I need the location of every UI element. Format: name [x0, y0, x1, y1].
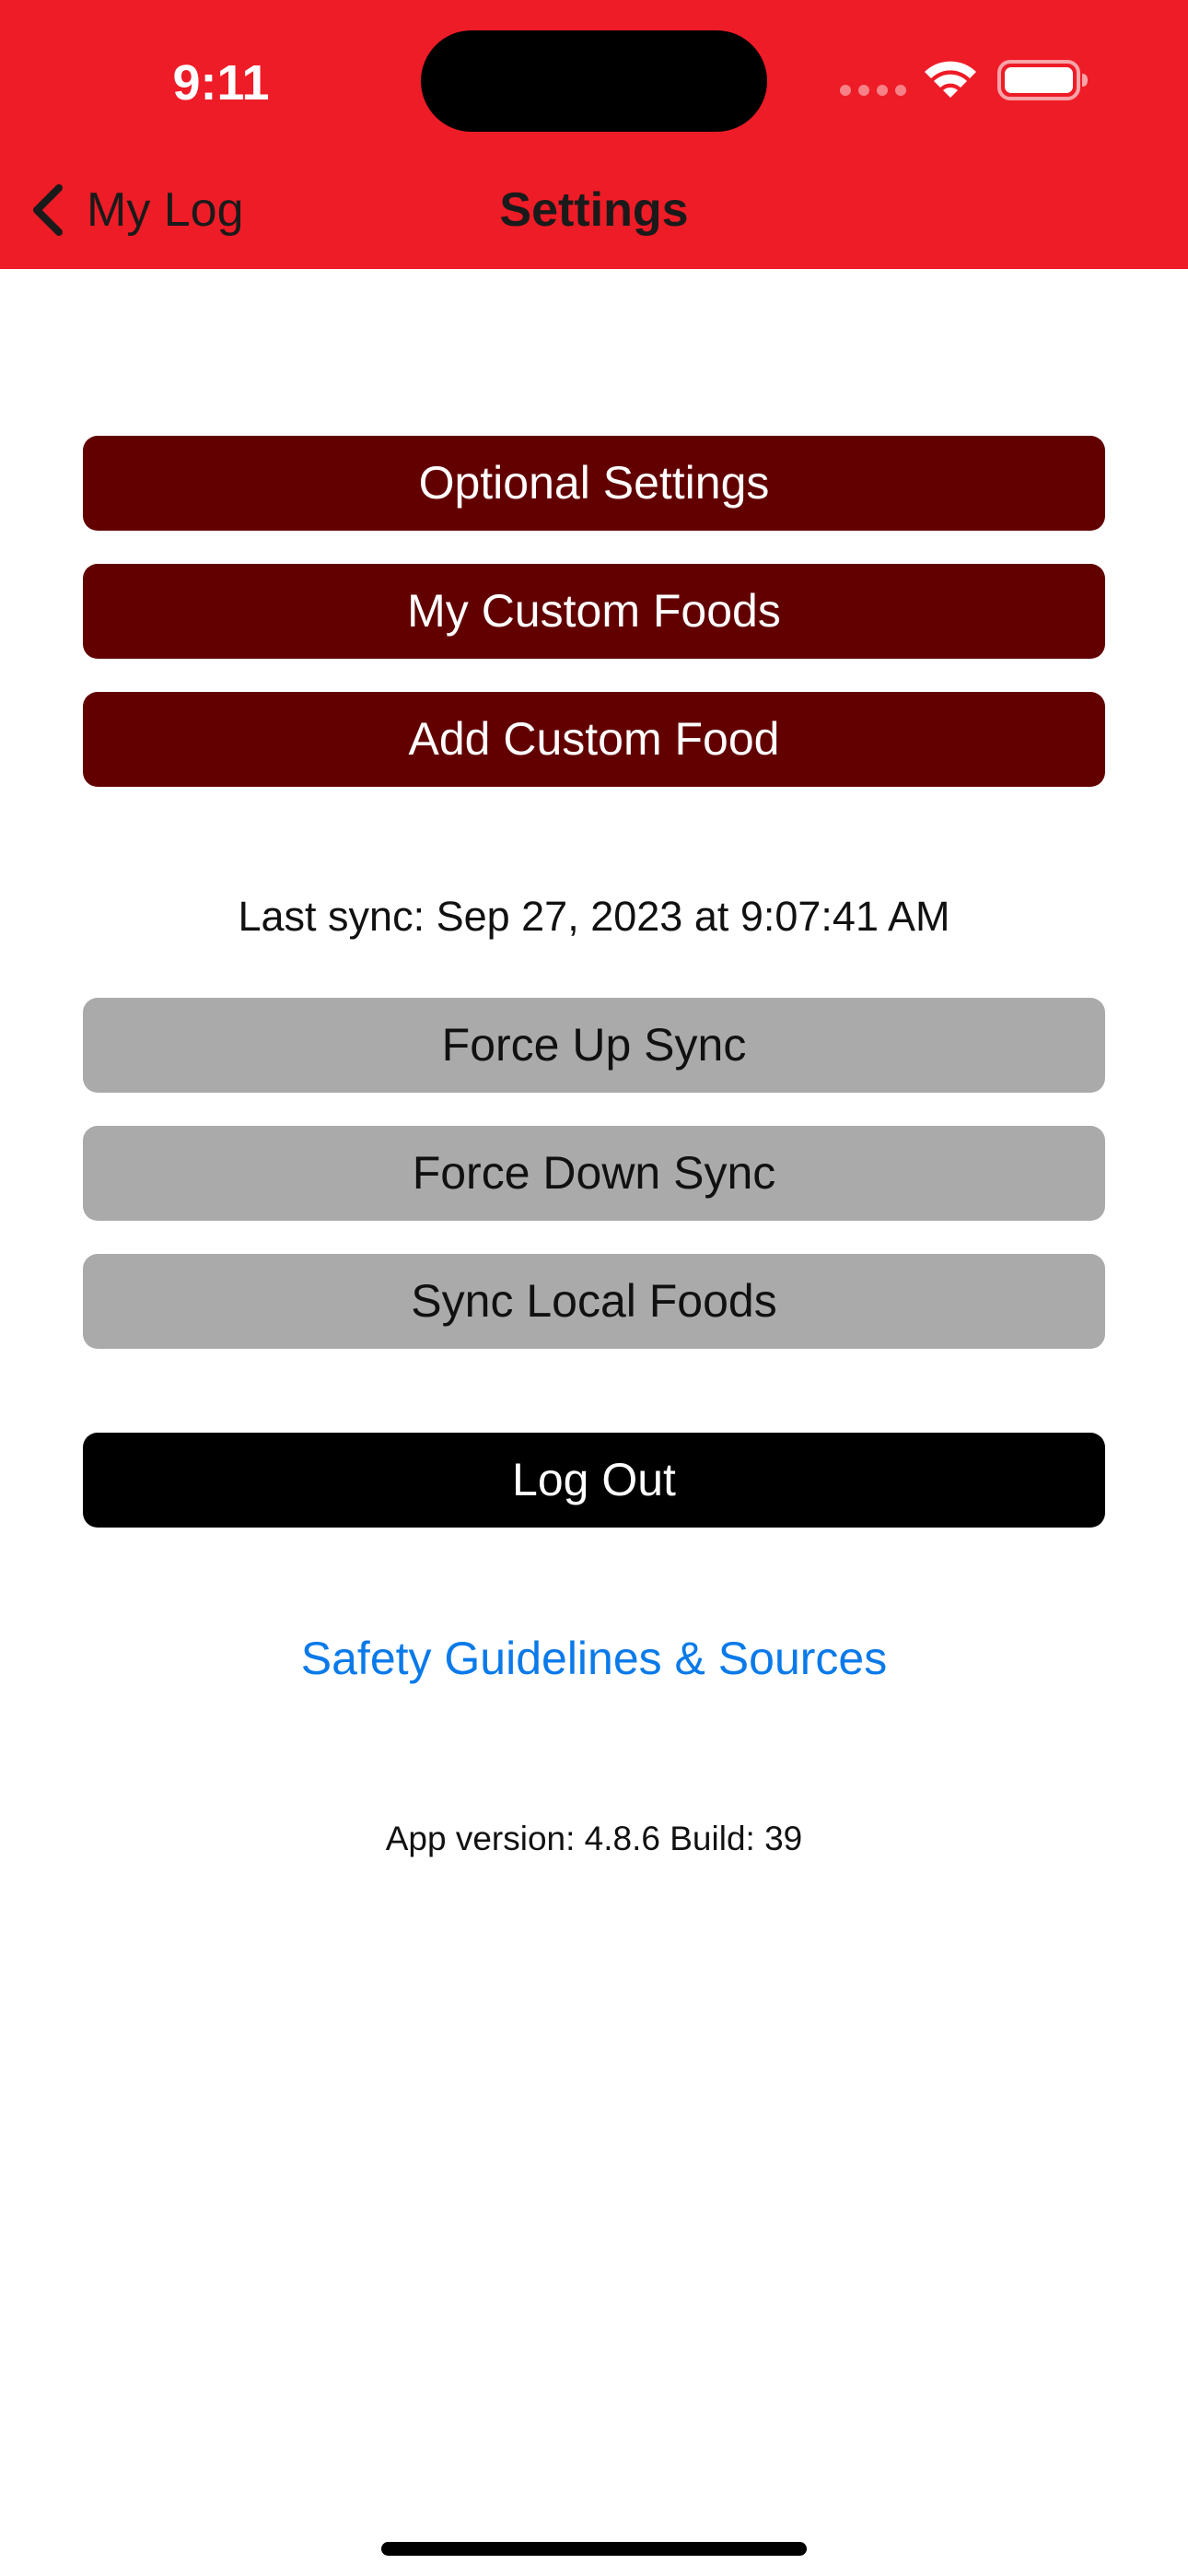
back-button[interactable]: My Log	[28, 173, 244, 247]
force-up-sync-button[interactable]: Force Up Sync	[83, 998, 1105, 1093]
home-indicator	[381, 2542, 807, 2556]
optional-settings-button[interactable]: Optional Settings	[83, 436, 1105, 531]
page-title: Settings	[499, 183, 689, 237]
safety-guidelines-link[interactable]: Safety Guidelines & Sources	[175, 1622, 1013, 1695]
cell-signal-icon	[840, 85, 906, 98]
sync-local-foods-button[interactable]: Sync Local Foods	[83, 1254, 1105, 1349]
dynamic-island	[421, 30, 767, 132]
last-sync-text: Last sync: Sep 27, 2023 at 9:07:41 AM	[238, 893, 950, 940]
back-button-label: My Log	[87, 183, 244, 237]
chevron-left-icon	[33, 184, 63, 236]
log-out-button[interactable]: Log Out	[83, 1433, 1105, 1528]
status-time: 9:11	[172, 55, 270, 111]
app-version-text: App version: 4.8.6 Build: 39	[385, 1820, 803, 1857]
battery-icon	[997, 60, 1088, 100]
force-down-sync-button[interactable]: Force Down Sync	[83, 1126, 1105, 1221]
my-custom-foods-button[interactable]: My Custom Foods	[83, 564, 1105, 659]
wifi-icon	[925, 61, 976, 98]
add-custom-food-button[interactable]: Add Custom Food	[83, 692, 1105, 787]
